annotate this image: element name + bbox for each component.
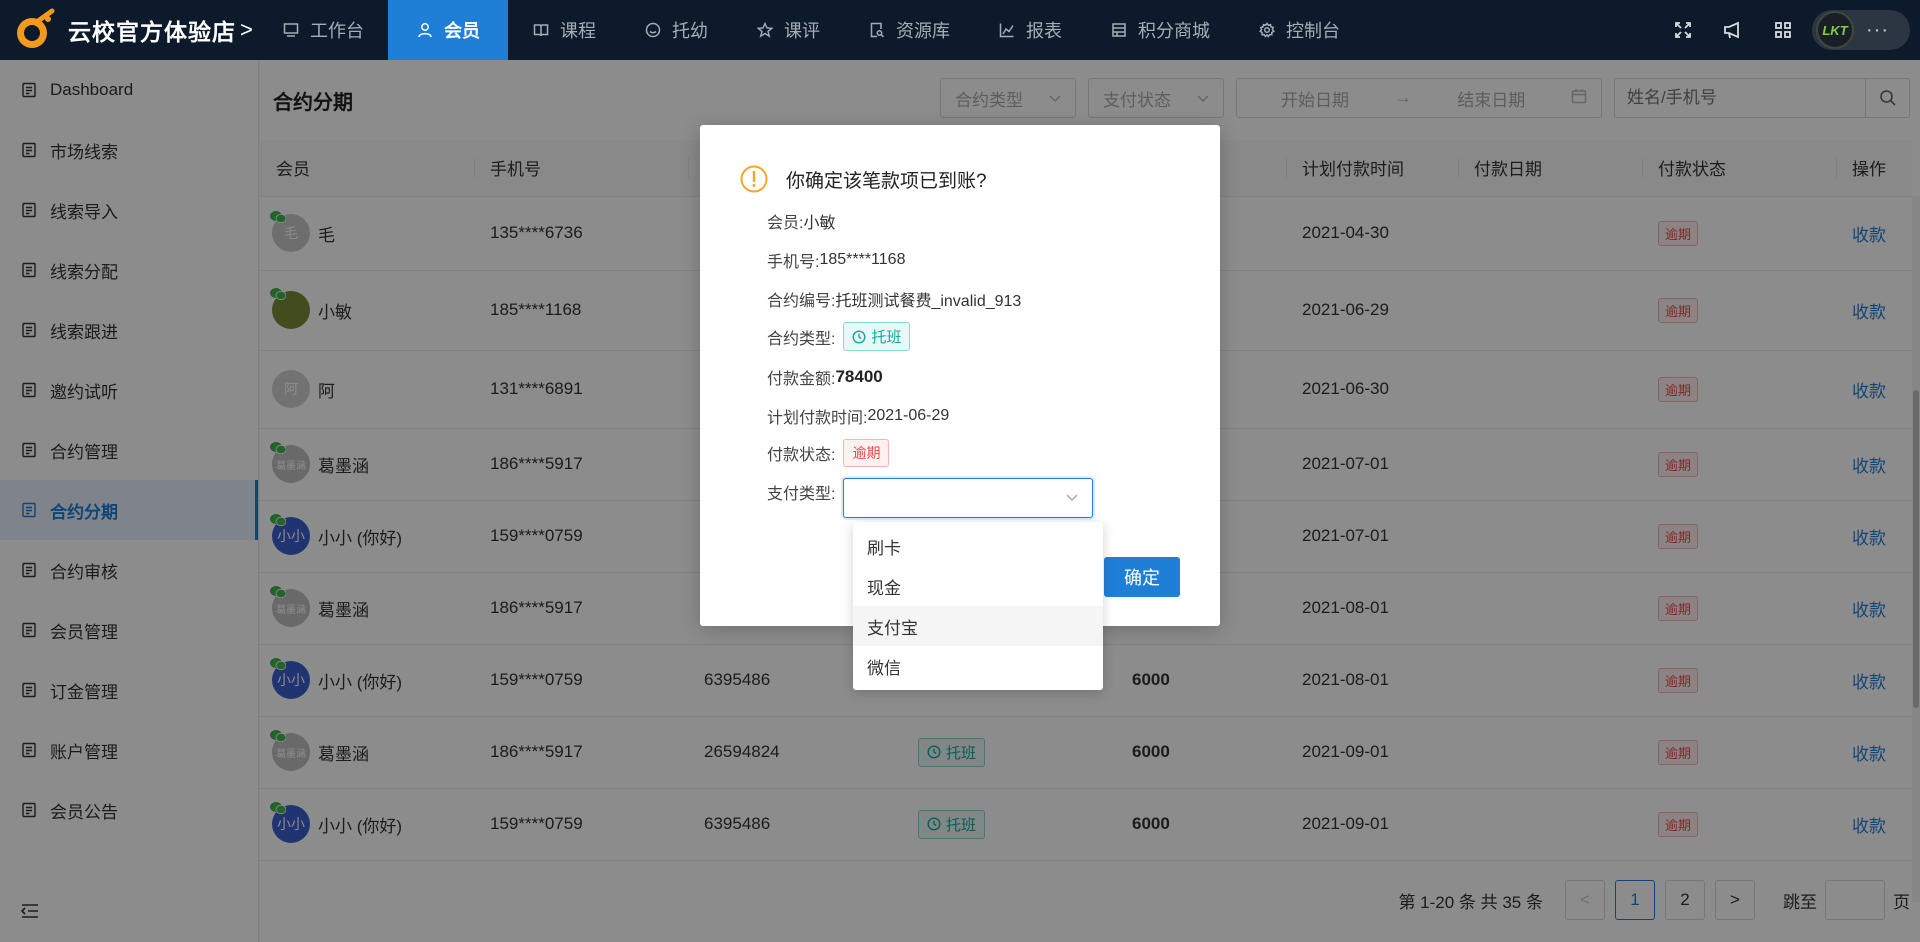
- pay-type-option-3[interactable]: 微信: [853, 646, 1103, 686]
- pay-type-option-0[interactable]: 刷卡: [853, 526, 1103, 566]
- amount-label: 付款金额:: [767, 371, 836, 388]
- pay-type-dropdown: 刷卡 现金 支付宝 微信: [853, 522, 1103, 690]
- pay-type-label: 支付类型:: [767, 486, 836, 503]
- shop-icon: [1110, 21, 1128, 39]
- nav-item-label: 课评: [784, 21, 820, 41]
- type-label: 合约类型:: [767, 330, 836, 348]
- contract-type-tag-text: 托班: [871, 329, 902, 346]
- nav-item-label: 报表: [1026, 21, 1062, 41]
- nav-item-label: 控制台: [1286, 21, 1340, 41]
- announcement-icon[interactable]: [1708, 0, 1758, 60]
- plan-date-label: 计划付款时间:: [767, 410, 868, 427]
- pay-type-select[interactable]: [843, 478, 1094, 518]
- fullscreen-icon[interactable]: [1658, 0, 1708, 60]
- brand-logo-icon: [12, 7, 58, 53]
- dialog-type-row: 合约类型: 托班: [767, 322, 911, 351]
- nav-item-5[interactable]: 资源库: [844, 0, 974, 60]
- confirm-button[interactable]: 确定: [1104, 557, 1180, 597]
- nav-item-label: 会员: [444, 21, 480, 41]
- brand[interactable]: 云校官方体验店 >: [0, 0, 258, 60]
- status-tag: 逾期: [843, 439, 890, 467]
- nav-item-8[interactable]: 控制台: [1234, 0, 1364, 60]
- top-nav-bar: 云校官方体验店 > 工作台 会员 课程 托幼 课评 资源库 报表 积分商城 控制台 LKT ··…: [0, 0, 1920, 60]
- nav-item-2[interactable]: 课程: [508, 0, 620, 60]
- chart-icon: [998, 21, 1016, 39]
- contract-type-tag: 托班: [843, 322, 911, 351]
- brand-name: 云校官方体验店: [68, 19, 236, 45]
- chevron-down-icon: [1066, 489, 1078, 507]
- nav-item-1[interactable]: 会员: [388, 0, 508, 60]
- brand-caret-icon: >: [240, 17, 253, 42]
- star-icon: [756, 21, 774, 39]
- pay-type-option-1[interactable]: 现金: [853, 566, 1103, 606]
- nav-item-0[interactable]: 工作台: [258, 0, 388, 60]
- gear-icon: [1258, 21, 1276, 39]
- nav-item-7[interactable]: 积分商城: [1086, 0, 1234, 60]
- user-menu[interactable]: LKT ···: [1812, 10, 1910, 50]
- phone-value: 185****1168: [819, 251, 906, 268]
- nav-item-label: 工作台: [310, 21, 364, 41]
- user-avatar: LKT: [1816, 11, 1854, 49]
- user-icon: [416, 21, 434, 39]
- member-value: 小敏: [803, 215, 836, 232]
- contract-no-value: 托班测试餐费_invalid_913: [835, 293, 1022, 310]
- nav-item-4[interactable]: 课评: [732, 0, 844, 60]
- dialog-member-row: 会员: 小敏: [767, 209, 835, 233]
- nav-item-label: 积分商城: [1138, 21, 1210, 41]
- nav-item-label: 课程: [560, 21, 596, 41]
- book-icon: [532, 21, 550, 39]
- dialog-amount-row: 付款金额: 78400: [767, 365, 883, 389]
- file-search-icon: [868, 21, 886, 39]
- plan-date-value: 2021-06-29: [867, 407, 950, 424]
- apps-grid-icon[interactable]: [1758, 0, 1808, 60]
- pay-type-option-2[interactable]: 支付宝: [853, 606, 1103, 646]
- monitor-icon: [282, 21, 300, 39]
- nav-item-3[interactable]: 托幼: [620, 0, 732, 60]
- status-label: 付款状态:: [767, 447, 836, 464]
- nav-item-label: 资源库: [896, 21, 950, 41]
- top-right-tools: LKT ···: [1658, 0, 1920, 60]
- contract-no-label: 合约编号:: [767, 293, 836, 310]
- dialog-pay-type-row: 支付类型:: [767, 478, 1094, 518]
- smile-icon: [644, 21, 662, 39]
- dialog-title-text: 你确定该笔款项已到账?: [786, 170, 987, 192]
- main-nav: 工作台 会员 课程 托幼 课评 资源库 报表 积分商城 控制台: [258, 0, 1364, 60]
- dialog-phone-row: 手机号: 185****1168: [767, 248, 905, 272]
- nav-item-label: 托幼: [672, 21, 708, 41]
- warning-icon: [740, 165, 768, 193]
- nav-item-6[interactable]: 报表: [974, 0, 1086, 60]
- amount-value: 78400: [835, 367, 883, 386]
- dialog-title: 你确定该笔款项已到账?: [740, 165, 987, 193]
- clock-icon: [852, 329, 866, 344]
- dialog-status-row: 付款状态: 逾期: [767, 439, 890, 467]
- phone-label: 手机号:: [767, 254, 820, 271]
- member-label: 会员:: [767, 215, 804, 232]
- dialog-plan-date-row: 计划付款时间: 2021-06-29: [767, 404, 949, 428]
- more-icon: ···: [1866, 18, 1889, 41]
- dialog-contract-no-row: 合约编号: 托班测试餐费_invalid_913: [767, 287, 1021, 311]
